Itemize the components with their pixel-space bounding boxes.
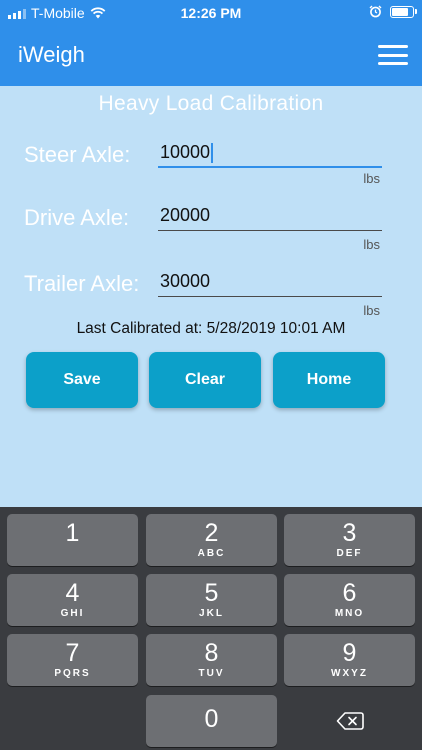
text-cursor bbox=[211, 143, 213, 164]
trailer-axle-label: Trailer Axle: bbox=[24, 271, 140, 296]
key-letters: PQRS bbox=[54, 668, 91, 679]
key-letters: WXYZ bbox=[331, 668, 368, 679]
key-9[interactable]: 9 WXYZ bbox=[284, 634, 415, 686]
trailer-axle-value: 30000 bbox=[160, 271, 211, 291]
key-digit: 6 bbox=[342, 579, 357, 607]
key-letters: ABC bbox=[197, 548, 226, 559]
trailer-axle-row: Trailer Axle: 30000 bbox=[0, 263, 422, 303]
key-6[interactable]: 6 MNO bbox=[284, 574, 415, 626]
key-letters: DEF bbox=[336, 548, 363, 559]
page-title: Heavy Load Calibration bbox=[98, 92, 324, 115]
battery-icon bbox=[390, 5, 417, 18]
key-digit: 1 bbox=[65, 519, 80, 547]
steer-axle-input[interactable]: 10000 bbox=[158, 136, 382, 168]
drive-axle-input[interactable]: 20000 bbox=[158, 199, 382, 231]
key-letters: MNO bbox=[334, 608, 365, 619]
drive-axle-row: Drive Axle: 20000 bbox=[0, 197, 422, 237]
key-2[interactable]: 2 ABC bbox=[146, 514, 277, 566]
steer-axle-label: Steer Axle: bbox=[24, 142, 131, 167]
clock: 12:26 PM bbox=[180, 5, 242, 21]
key-digit: 5 bbox=[204, 579, 219, 607]
drive-axle-unit: lbs bbox=[363, 237, 380, 252]
key-3[interactable]: 3 DEF bbox=[284, 514, 415, 566]
backspace-icon bbox=[336, 712, 364, 730]
key-7[interactable]: 7 PQRS bbox=[7, 634, 138, 686]
key-digit: 9 bbox=[342, 639, 357, 667]
trailer-axle-input[interactable]: 30000 bbox=[158, 265, 382, 297]
key-1[interactable]: 1 bbox=[7, 514, 138, 566]
key-digit: 3 bbox=[342, 519, 357, 547]
trailer-axle-unit: lbs bbox=[363, 303, 380, 318]
key-digit: 8 bbox=[204, 639, 219, 667]
home-button[interactable]: Home bbox=[273, 352, 385, 408]
status-bar: T-Mobile 12:26 PM bbox=[0, 0, 422, 26]
steer-axle-row: Steer Axle: 10000 bbox=[0, 134, 422, 174]
hamburger-menu-icon[interactable] bbox=[378, 45, 408, 65]
save-button[interactable]: Save bbox=[26, 352, 138, 408]
last-calibrated-text: Last Calibrated at: 5/28/2019 10:01 AM bbox=[76, 320, 346, 337]
key-letters: TUV bbox=[198, 668, 225, 679]
key-5[interactable]: 5 JKL bbox=[146, 574, 277, 626]
backspace-key[interactable] bbox=[284, 695, 415, 747]
key-8[interactable]: 8 TUV bbox=[146, 634, 277, 686]
drive-axle-value: 20000 bbox=[160, 205, 211, 225]
key-4[interactable]: 4 GHI bbox=[7, 574, 138, 626]
key-digit: 2 bbox=[204, 519, 219, 547]
status-right bbox=[369, 5, 417, 18]
app-title: iWeigh bbox=[18, 42, 85, 67]
key-digit: 7 bbox=[65, 639, 80, 667]
alarm-icon bbox=[369, 5, 382, 18]
numeric-keyboard: 1 2 ABC 3 DEF 4 GHI 5 JKL 6 MNO 7 PQRS 8 TUV 9W… bbox=[0, 507, 422, 750]
app-header: T-Mobile 12:26 PM iWeigh bbox=[0, 0, 422, 86]
steer-axle-value: 10000 bbox=[160, 142, 211, 162]
key-0[interactable]: 0 bbox=[146, 695, 277, 747]
key-letters: GHI bbox=[60, 608, 85, 619]
drive-axle-label: Drive Axle: bbox=[24, 205, 130, 230]
clear-button[interactable]: Clear bbox=[149, 352, 261, 408]
nav-bar: iWeigh bbox=[0, 26, 422, 86]
key-letters: JKL bbox=[199, 608, 224, 619]
key-digit: 0 bbox=[204, 705, 219, 733]
key-digit: 4 bbox=[65, 579, 80, 607]
steer-axle-unit: lbs bbox=[363, 171, 380, 186]
